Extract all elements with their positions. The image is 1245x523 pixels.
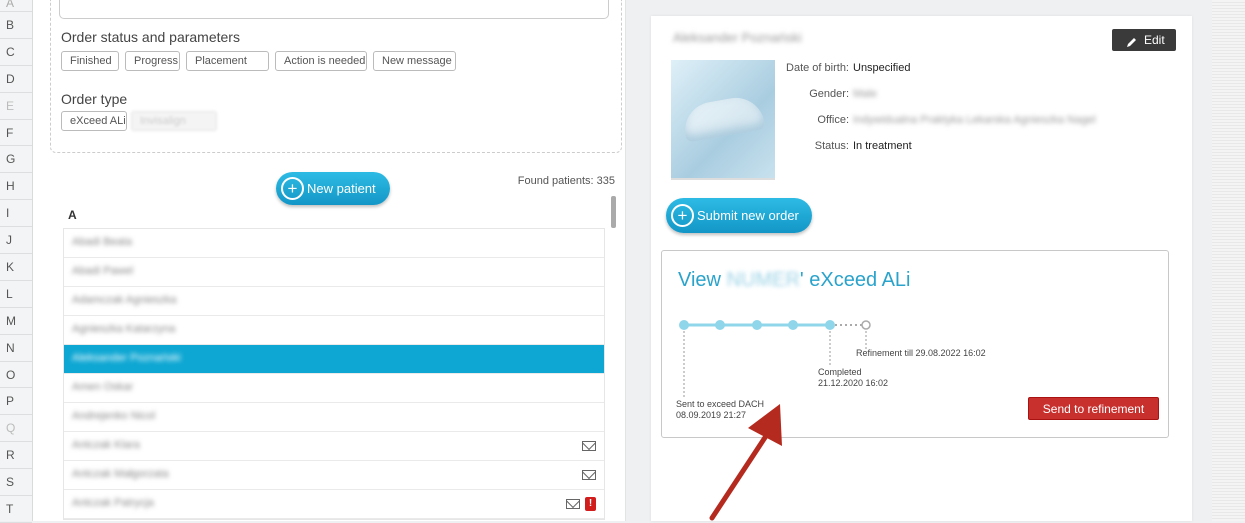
info-row: Gender: Male [759,88,877,102]
info-key: Status: [814,140,849,152]
mail-icon[interactable] [582,441,596,451]
patient-name: Antczak Klara [72,439,140,451]
mail-icon[interactable] [566,499,580,509]
alphabet-bar: ABCDEFGHIJKLMNOPQRST [0,0,33,523]
alphabet-letter-p[interactable]: P [0,388,32,416]
filter-chip-action-is-needed[interactable]: Action is needed [275,51,367,71]
info-row: Office: Indywidualna Praktyka Lekarska Ag… [759,114,1095,128]
patient-name: Antczak Małgorzata [72,468,169,480]
alphabet-letter-k[interactable]: K [0,254,32,281]
plus-circle-icon: + [671,204,694,227]
alphabet-letter-j[interactable]: J [0,227,32,255]
patient-list-panel: Order status and parameters Finished Prog… [33,0,626,521]
info-row: Date of birth: Unspecified [759,62,910,76]
filter-chip-progress[interactable]: Progress [125,51,180,71]
alphabet-letter-l[interactable]: L [0,281,32,308]
timeline-point [752,320,762,330]
info-key: Date of birth: [786,62,849,74]
patient-row[interactable]: Abadi Pawel [64,258,604,287]
patient-name: Antczak Patrycja [72,497,154,509]
alphabet-letter-s[interactable]: S [0,469,32,497]
alphabet-letter-m[interactable]: M [0,308,32,335]
info-row: Status: In treatment [759,140,912,154]
refinement-event-label: Refinement till 29.08.2022 16:02 [856,348,986,358]
alphabet-letter-g[interactable]: G [0,146,32,174]
filter-chip-exceed-ali[interactable]: eXceed ALi [61,111,127,131]
patient-row[interactable]: Antczak Klara [64,432,604,461]
patient-name: Aleksander Poznański [673,30,802,45]
alphabet-letter-f[interactable]: F [0,120,32,147]
patient-name: Agnieszka Katarzyna [72,323,176,335]
plus-circle-icon: + [281,177,304,200]
patient-name: Aleksander Poznański [72,352,181,364]
edit-label: Edit [1144,33,1165,47]
arrow-annotation-icon [709,404,782,521]
timeline-point [788,320,798,330]
list-scrollbar[interactable] [611,196,616,228]
filter-box: Order status and parameters Finished Prog… [50,0,622,153]
alert-icon: ! [585,497,596,511]
filter-chip-finished[interactable]: Finished [61,51,119,71]
mail-icon[interactable] [582,470,596,480]
status-filter-title: Order status and parameters [61,29,240,45]
edit-button[interactable]: Edit [1112,29,1176,51]
alphabet-letter-e[interactable]: E [0,93,32,120]
patient-row[interactable]: Aleksander Poznański [64,345,604,374]
alphabet-letter-d[interactable]: D [0,66,32,93]
alphabet-letter-c[interactable]: C [0,39,32,66]
info-value: Male [853,88,877,100]
filter-chip-invisalign[interactable]: Invisalign [131,111,217,131]
info-key: Office: [817,114,849,126]
order-type-title: Order type [61,91,128,107]
patient-row[interactable]: Adamczak Agnieszka [64,287,604,316]
patient-row[interactable]: Abadi Beata [64,229,604,258]
pencil-icon [1126,33,1138,55]
timeline-point [679,320,689,330]
alphabet-letter-r[interactable]: R [0,442,32,470]
search-input[interactable] [59,0,609,19]
patient-name: Adamczak Agnieszka [72,294,177,306]
info-key: Gender: [809,88,849,100]
completed-event-label: Completed 21.12.2020 16:02 [818,367,889,388]
patient-row[interactable]: Antczak Patrycja! [64,490,604,519]
patient-row[interactable]: Agnieszka Katarzyna [64,316,604,345]
alphabet-letter-h[interactable]: H [0,173,32,201]
patient-name: Abadi Pawel [72,265,134,277]
alphabet-letter-q[interactable]: Q [0,415,32,443]
submit-new-order-label: Submit new order [697,208,799,223]
patient-row[interactable]: Andrejenko Nicol [64,403,604,432]
timeline-point [715,320,725,330]
alphabet-letter-a[interactable]: A [0,0,32,12]
page-edge [1212,0,1245,521]
info-value: In treatment [853,140,912,152]
submit-new-order-button[interactable]: + Submit new order [666,198,812,233]
filter-chip-new-message[interactable]: New message [373,51,456,71]
send-to-refinement-button[interactable]: Send to refinement [1028,397,1159,420]
patient-row[interactable]: Antczak Małgorzata [64,461,604,490]
patient-row[interactable]: Amen Oskar [64,374,604,403]
alphabet-letter-b[interactable]: B [0,12,32,39]
patient-list: A Abadi Beata Abadi Pawel Adamczak Agniesz… [61,198,621,521]
info-value: Unspecified [853,62,911,74]
patient-name: Amen Oskar [72,381,134,393]
found-patients-count: Found patients: 335 [517,175,615,187]
info-value: Indywidualna Praktyka Lekarska Agnieszka… [853,114,1096,126]
alphabet-letter-t[interactable]: T [0,496,32,523]
alphabet-letter-o[interactable]: O [0,362,32,389]
filter-chip-placement[interactable]: Placement [186,51,269,71]
timeline-point-pending [861,320,871,330]
alphabet-letter-n[interactable]: N [0,335,32,362]
timeline-point [825,320,835,330]
alphabet-letter-i[interactable]: I [0,200,32,228]
patient-name: Abadi Beata [72,236,132,248]
patient-name: Andrejenko Nicol [72,410,156,422]
group-letter: A [68,208,77,222]
